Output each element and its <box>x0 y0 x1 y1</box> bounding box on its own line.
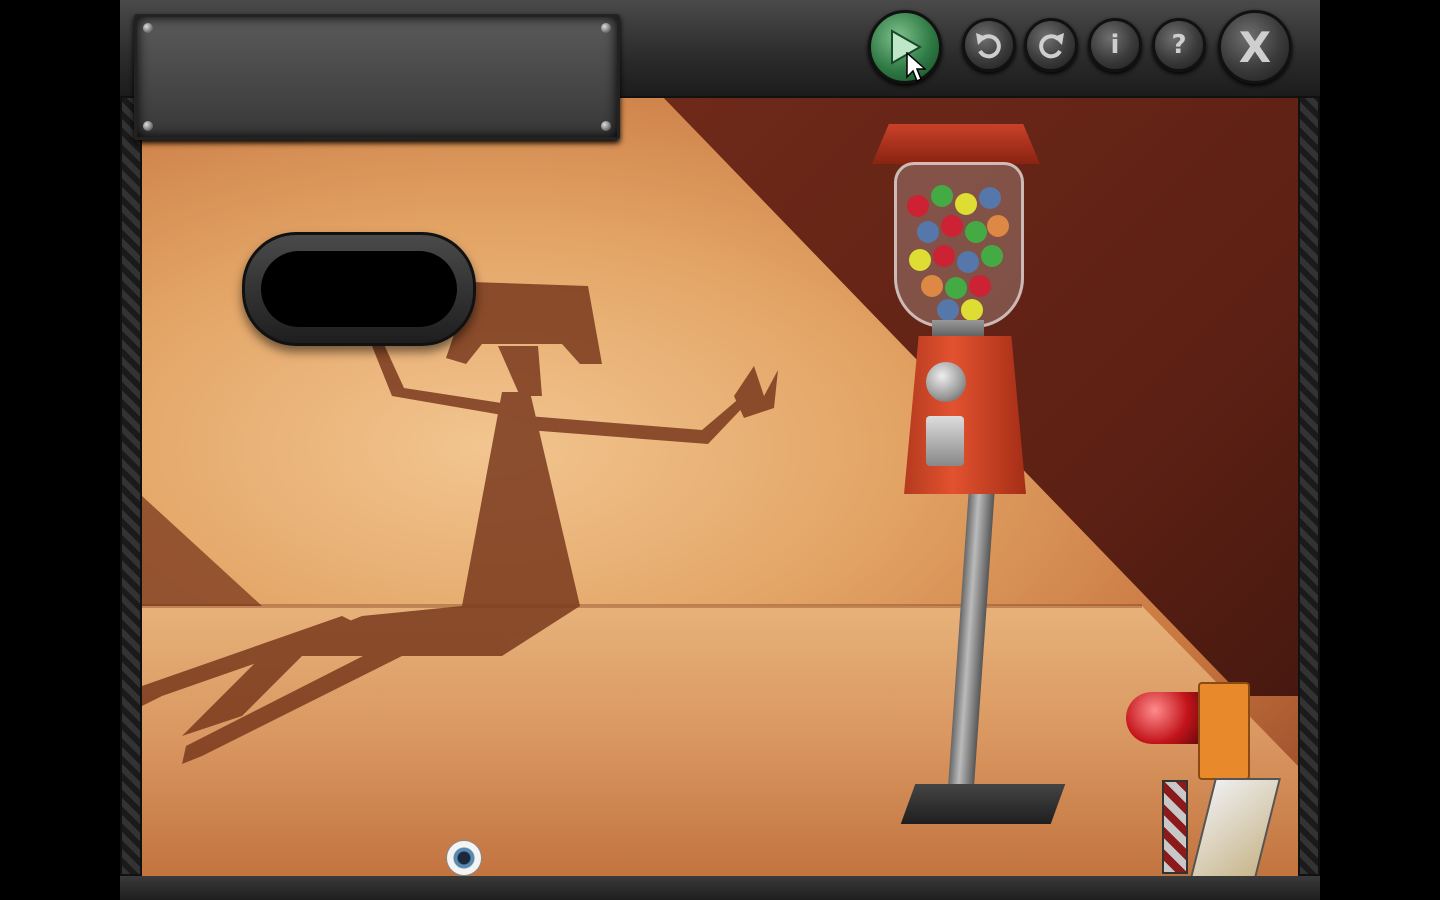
gumball-knob[interactable] <box>926 362 966 402</box>
gumball-flap[interactable] <box>926 416 964 466</box>
play-area[interactable] <box>142 96 1298 876</box>
character-shadow <box>142 264 778 764</box>
porthole-display <box>242 232 476 346</box>
right-rail <box>1298 96 1320 876</box>
undo-button[interactable] <box>962 18 1016 72</box>
bottom-bar <box>120 876 1320 900</box>
undo-icon <box>976 33 1001 59</box>
message-text <box>157 37 597 117</box>
play-button[interactable] <box>868 10 942 84</box>
rivet <box>143 121 153 131</box>
striped-post-part[interactable] <box>1162 780 1188 874</box>
shadow-right-hand <box>734 366 778 418</box>
help-button[interactable]: ? <box>1152 18 1206 72</box>
shadow-neck <box>498 346 542 396</box>
message-plate <box>134 14 620 140</box>
mouse-cursor-icon <box>906 52 926 83</box>
rivet <box>601 121 611 131</box>
shadow-right-arm <box>528 396 748 444</box>
gumball-stand-base <box>900 784 1066 824</box>
gumball-machine-body[interactable] <box>904 336 1026 494</box>
orange-brick-part[interactable] <box>1198 682 1250 780</box>
rivet <box>143 23 153 33</box>
top-toolbar: i ? X <box>120 0 1320 140</box>
red-light-part[interactable] <box>1126 692 1198 744</box>
shadow-floor-cast <box>182 606 580 736</box>
close-button[interactable]: X <box>1218 10 1292 84</box>
rivet <box>601 23 611 33</box>
game-frame: i ? X <box>120 0 1320 900</box>
info-button[interactable]: i <box>1088 18 1142 72</box>
redo-button[interactable] <box>1024 18 1078 72</box>
left-rail <box>120 96 142 876</box>
gumball-globe[interactable] <box>894 162 1024 328</box>
porthole-screen <box>261 251 457 327</box>
gumball-machine-lid[interactable] <box>872 124 1040 164</box>
eyeball-icon[interactable] <box>446 840 482 876</box>
redo-icon <box>1039 33 1064 59</box>
